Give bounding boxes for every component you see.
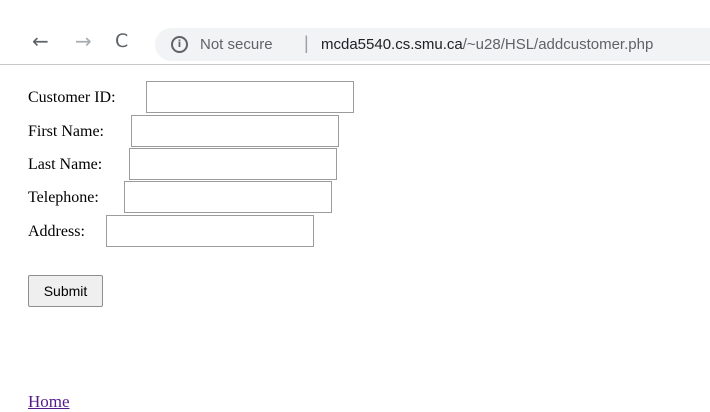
back-arrow-icon[interactable]: ← [32,31,49,51]
address-label: Address: [28,223,85,240]
address-bar[interactable]: i Not secure | mcda5540.cs.smu.ca/~u28/H… [155,28,710,61]
url-host: mcda5540.cs.smu.ca [321,36,463,53]
security-status[interactable]: Not secure [200,36,273,53]
url-text[interactable]: mcda5540.cs.smu.ca/~u28/HSL/addcustomer.… [321,36,653,53]
address-input[interactable] [106,215,314,247]
url-path: /~u28/HSL/addcustomer.php [462,36,654,53]
browser-toolbar: ← → C i Not secure | mcda5540.cs.smu.ca/… [0,0,710,65]
customer-id-input[interactable] [146,81,354,113]
last-name-input[interactable] [129,148,337,180]
submit-button[interactable]: Submit [28,275,103,307]
customer-id-label: Customer ID: [28,89,116,106]
first-name-input[interactable] [131,115,339,147]
last-name-label: Last Name: [28,156,103,173]
telephone-label: Telephone: [28,189,99,206]
telephone-input[interactable] [124,181,332,213]
url-separator: | [304,33,309,53]
first-name-label: First Name: [28,123,104,140]
reload-icon[interactable]: C [115,31,128,51]
info-icon[interactable]: i [171,36,188,53]
forward-arrow-icon[interactable]: → [75,31,92,51]
home-link[interactable]: Home [28,392,70,412]
